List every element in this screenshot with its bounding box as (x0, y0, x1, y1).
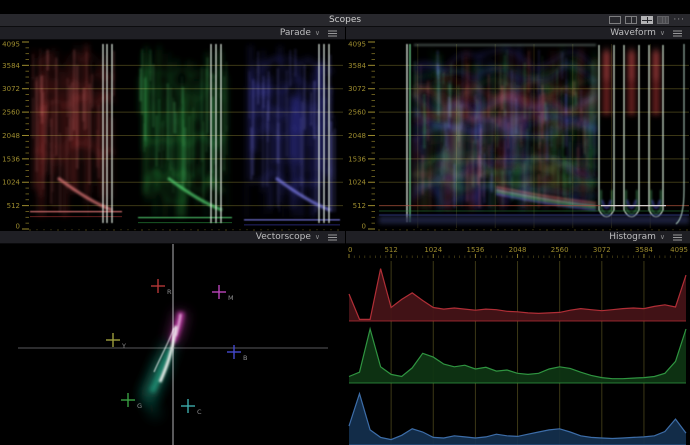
chevron-down-icon: ∨ (660, 233, 665, 242)
svg-text:0: 0 (348, 246, 352, 254)
svg-text:2560: 2560 (348, 109, 366, 117)
svg-text:0: 0 (16, 223, 20, 231)
parade-panel: Parade ∨ 4095 3584 3072 2560 2048 1536 1024 512… (0, 27, 345, 231)
svg-text:4095: 4095 (670, 246, 688, 254)
svg-text:2560: 2560 (2, 109, 20, 117)
histogram-scope-select[interactable]: Histogram ∨ (609, 232, 665, 242)
layout-column-button[interactable] (657, 16, 669, 24)
scopes-window: Scopes ··· Parade ∨ 4095358430 (0, 0, 690, 445)
svg-text:2048: 2048 (509, 246, 527, 254)
waveform-options-icon[interactable] (672, 29, 683, 38)
layout-single-button[interactable] (609, 16, 621, 24)
svg-text:3584: 3584 (2, 62, 20, 70)
svg-text:1024: 1024 (2, 179, 20, 187)
histogram-header: Histogram ∨ (346, 231, 690, 244)
waveform-label: Waveform (610, 28, 656, 38)
layout-four-up-button[interactable] (641, 16, 653, 24)
svg-text:0: 0 (362, 223, 366, 231)
top-row: Parade ∨ 4095 3584 3072 2560 2048 1536 1024 512… (0, 27, 690, 231)
vectorscope-scope-select[interactable]: Vectorscope ∨ (256, 232, 320, 242)
chevron-down-icon: ∨ (315, 233, 320, 242)
histogram-label: Histogram (609, 232, 656, 242)
parade-header: Parade ∨ (0, 27, 345, 40)
histogram-canvas: 0 512 1024 1536 2048 2560 3072 3584 4095 (346, 244, 690, 445)
svg-text:512: 512 (353, 202, 366, 210)
chevron-down-icon: ∨ (315, 29, 320, 38)
svg-text:3072: 3072 (593, 246, 611, 254)
svg-text:1024: 1024 (348, 179, 366, 187)
histogram-panel: Histogram ∨ 0 512 1024 1536 2048 2560 3072 3584… (345, 231, 690, 445)
svg-text:3072: 3072 (348, 85, 366, 93)
svg-text:M: M (228, 294, 234, 302)
waveform-header: Waveform ∨ (346, 27, 690, 40)
svg-text:1536: 1536 (2, 155, 20, 163)
parade-label: Parade (280, 28, 311, 38)
svg-text:3584: 3584 (635, 246, 653, 254)
svg-text:1024: 1024 (424, 246, 442, 254)
svg-text:4095: 4095 (2, 41, 20, 49)
svg-text:512: 512 (7, 202, 20, 210)
histogram-options-icon[interactable] (672, 233, 683, 242)
svg-text:C: C (197, 408, 202, 416)
vectorscope-canvas: R M Y B G C (0, 244, 345, 445)
vectorscope-panel: Vectorscope ∨ R M Y B G C (0, 231, 345, 445)
vectorscope-options-icon[interactable] (327, 233, 338, 242)
svg-text:B: B (243, 354, 247, 362)
waveform-scope-canvas: 4095 3584 3072 2560 2048 1536 1024 512 0 (346, 40, 690, 231)
svg-text:2048: 2048 (2, 132, 20, 140)
scope-grid: Parade ∨ 4095 3584 3072 2560 2048 1536 1024 512… (0, 27, 690, 445)
parade-scope-canvas: 4095 3584 3072 2560 2048 1536 1024 512 0 (0, 40, 345, 231)
top-black-strip (0, 0, 690, 14)
vectorscope-header: Vectorscope ∨ (0, 231, 345, 244)
svg-text:1536: 1536 (348, 155, 366, 163)
svg-text:4095: 4095 (348, 41, 366, 49)
bottom-row: Vectorscope ∨ R M Y B G C Histogram ∨ (0, 231, 690, 445)
svg-text:3584: 3584 (348, 62, 366, 70)
parade-options-icon[interactable] (327, 29, 338, 38)
svg-text:3072: 3072 (2, 85, 20, 93)
more-options-button[interactable]: ··· (673, 16, 685, 24)
vectorscope-label: Vectorscope (256, 232, 311, 242)
titlebar[interactable]: Scopes ··· (0, 14, 690, 27)
svg-text:1536: 1536 (466, 246, 484, 254)
waveform-panel: Waveform ∨ 4095 3584 3072 2560 2048 1536 1024 5… (345, 27, 690, 231)
window-title: Scopes (0, 15, 690, 25)
parade-scope-select[interactable]: Parade ∨ (280, 28, 320, 38)
svg-text:2560: 2560 (551, 246, 569, 254)
svg-text:Y: Y (121, 342, 126, 350)
svg-text:512: 512 (384, 246, 397, 254)
svg-text:R: R (167, 288, 172, 296)
svg-text:G: G (137, 402, 142, 410)
waveform-scope-select[interactable]: Waveform ∨ (610, 28, 665, 38)
chevron-down-icon: ∨ (660, 29, 665, 38)
svg-text:2048: 2048 (348, 132, 366, 140)
layout-two-up-button[interactable] (625, 16, 637, 24)
titlebar-controls: ··· (609, 14, 685, 26)
